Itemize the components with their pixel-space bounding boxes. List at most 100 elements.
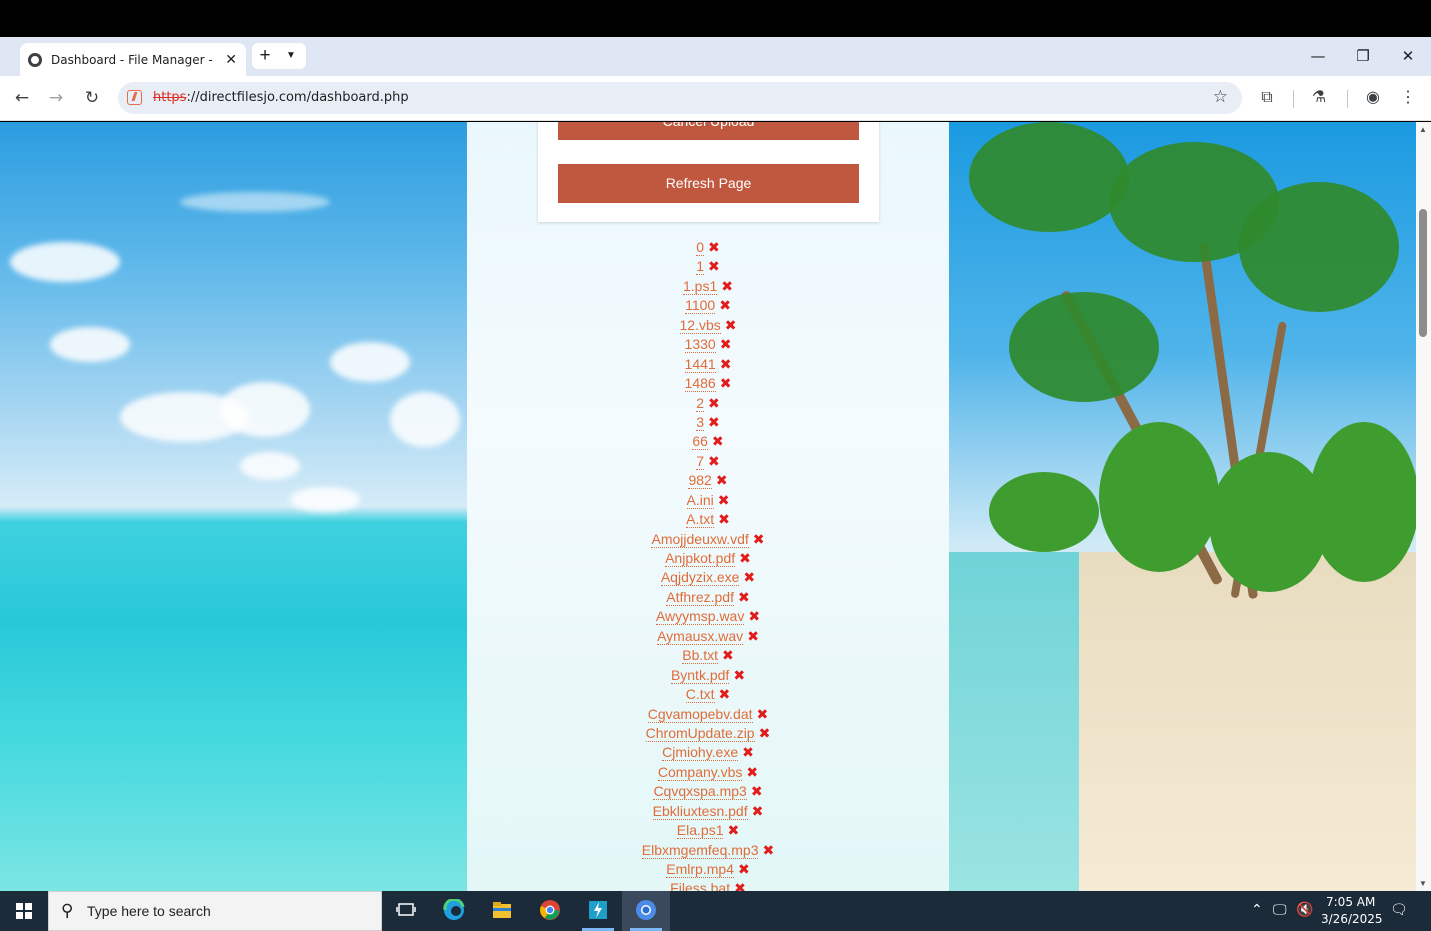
delete-file-icon[interactable]: ✖ — [734, 881, 746, 891]
not-secure-icon[interactable] — [127, 90, 142, 105]
delete-file-icon[interactable]: ✖ — [752, 804, 764, 820]
labs-flask-icon[interactable]: ⚗ — [1308, 87, 1330, 109]
delete-file-icon[interactable]: ✖ — [721, 279, 733, 295]
extensions-icon[interactable]: ⧉ — [1256, 87, 1278, 109]
file-link[interactable]: Aqjdyzix.exe — [660, 569, 740, 587]
file-link[interactable]: A.txt — [686, 511, 715, 529]
file-link[interactable]: 982 — [688, 472, 712, 490]
file-link[interactable]: Filess.bat — [670, 880, 731, 891]
delete-file-icon[interactable]: ✖ — [708, 240, 720, 256]
file-link[interactable]: 7 — [696, 452, 705, 470]
chrome-active-taskbar-button[interactable] — [622, 891, 670, 931]
delete-file-icon[interactable]: ✖ — [716, 473, 728, 489]
delete-file-icon[interactable]: ✖ — [762, 843, 774, 859]
file-link[interactable]: 1.ps1 — [683, 277, 718, 295]
file-link[interactable]: Anjpkot.pdf — [665, 550, 736, 567]
network-icon[interactable]: 🖵 — [1273, 902, 1287, 918]
menu-kebab-icon[interactable]: ⋮ — [1397, 87, 1419, 109]
file-link[interactable]: Amojjdeuxw.vdf — [651, 530, 749, 548]
close-tab-icon[interactable]: ✕ — [225, 51, 237, 67]
delete-file-icon[interactable]: ✖ — [718, 493, 730, 509]
delete-file-icon[interactable]: ✖ — [719, 687, 731, 703]
file-link[interactable]: 1 — [696, 258, 705, 276]
delete-file-icon[interactable]: ✖ — [733, 668, 745, 684]
delete-file-icon[interactable]: ✖ — [720, 357, 732, 373]
cancel-upload-button[interactable]: Cancel Upload — [558, 122, 859, 140]
file-link[interactable]: ChromUpdate.zip — [645, 724, 755, 742]
file-link[interactable]: 66 — [692, 433, 708, 451]
file-link[interactable]: A.ini — [686, 491, 714, 509]
file-link[interactable]: Cgvamopebv.dat — [647, 705, 753, 723]
close-window-button[interactable]: ✕ — [1388, 44, 1428, 68]
minimize-button[interactable]: — — [1298, 44, 1338, 68]
file-link[interactable]: Byntk.pdf — [670, 666, 730, 684]
show-hidden-icons-chevron-icon[interactable]: ⌃ — [1251, 902, 1263, 918]
start-button[interactable] — [0, 891, 48, 931]
delete-file-icon[interactable]: ✖ — [708, 454, 720, 470]
file-link[interactable]: Elbxmgemfeq.mp3 — [641, 841, 759, 859]
tab-search-chevron-icon[interactable]: ▼ — [278, 43, 304, 69]
delete-file-icon[interactable]: ✖ — [718, 512, 730, 528]
delete-file-icon[interactable]: ✖ — [719, 298, 731, 314]
url-text[interactable]: https://directfilesjo.com/dashboard.php — [153, 90, 409, 105]
delete-file-icon[interactable]: ✖ — [720, 337, 732, 353]
scroll-thumb[interactable] — [1419, 209, 1427, 337]
clock-date[interactable]: 3/26/2025 — [1321, 912, 1383, 926]
refresh-page-button[interactable]: Refresh Page — [558, 164, 859, 203]
delete-file-icon[interactable]: ✖ — [727, 823, 739, 839]
delete-file-icon[interactable]: ✖ — [722, 648, 734, 664]
delete-file-icon[interactable]: ✖ — [708, 259, 720, 275]
file-link[interactable]: 1330 — [684, 336, 716, 354]
file-link[interactable]: 3 — [696, 413, 705, 431]
address-bar[interactable]: https://directfilesjo.com/dashboard.php … — [118, 82, 1242, 114]
scroll-up-arrow-icon[interactable]: ▲ — [1419, 125, 1427, 134]
chrome-taskbar-button[interactable] — [526, 891, 574, 931]
delete-file-icon[interactable]: ✖ — [739, 551, 751, 567]
task-view-button[interactable] — [382, 891, 430, 931]
file-link[interactable]: Atfhrez.pdf — [666, 588, 734, 606]
file-link[interactable]: Aymausx.wav — [657, 627, 744, 645]
file-link[interactable]: Bb.txt — [682, 647, 719, 665]
profile-icon[interactable]: ◉ — [1362, 87, 1384, 109]
delete-file-icon[interactable]: ✖ — [743, 570, 755, 586]
file-link[interactable]: 1441 — [684, 355, 716, 373]
file-link[interactable]: 1100 — [685, 297, 716, 315]
delete-file-icon[interactable]: ✖ — [725, 318, 737, 334]
delete-file-icon[interactable]: ✖ — [753, 532, 765, 548]
forward-arrow-icon[interactable]: → — [44, 86, 68, 110]
file-link[interactable]: Emlrp.mp4 — [666, 861, 734, 878]
file-link[interactable]: 0 — [696, 239, 705, 256]
vertical-scrollbar[interactable]: ▲ ▼ — [1416, 122, 1431, 891]
file-link[interactable]: Ela.ps1 — [676, 822, 724, 840]
clock-time[interactable]: 7:05 AM — [1326, 895, 1375, 909]
app-taskbar-button[interactable] — [574, 891, 622, 931]
file-link[interactable]: 1486 — [684, 375, 716, 393]
delete-file-icon[interactable]: ✖ — [748, 609, 760, 625]
delete-file-icon[interactable]: ✖ — [751, 784, 763, 800]
tab-dashboard[interactable]: Dashboard - File Manager - Dir ✕ — [20, 43, 246, 76]
delete-file-icon[interactable]: ✖ — [747, 629, 759, 645]
reload-icon[interactable]: ↻ — [80, 86, 104, 110]
delete-file-icon[interactable]: ✖ — [720, 376, 732, 392]
delete-file-icon[interactable]: ✖ — [757, 707, 769, 723]
delete-file-icon[interactable]: ✖ — [708, 396, 720, 412]
edge-taskbar-button[interactable] — [430, 891, 478, 931]
file-link[interactable]: 12.vbs — [679, 316, 721, 334]
file-link[interactable]: Ebkliuxtesn.pdf — [652, 802, 748, 820]
delete-file-icon[interactable]: ✖ — [712, 434, 724, 450]
delete-file-icon[interactable]: ✖ — [738, 590, 750, 606]
back-arrow-icon[interactable]: ← — [10, 86, 34, 110]
bookmark-star-icon[interactable]: ☆ — [1213, 87, 1228, 107]
file-link[interactable]: Cjmiohy.exe — [662, 744, 739, 762]
file-link[interactable]: Cqvqxspa.mp3 — [653, 783, 747, 801]
file-explorer-taskbar-button[interactable] — [478, 891, 526, 931]
delete-file-icon[interactable]: ✖ — [746, 765, 758, 781]
delete-file-icon[interactable]: ✖ — [759, 726, 771, 742]
file-link[interactable]: 2 — [696, 394, 705, 412]
notifications-icon[interactable]: 🗨 — [1390, 902, 1408, 918]
scroll-down-arrow-icon[interactable]: ▼ — [1419, 879, 1427, 888]
restore-button[interactable]: ❐ — [1343, 44, 1383, 68]
file-link[interactable]: Company.vbs — [657, 763, 743, 781]
new-tab-button[interactable]: + — [252, 43, 278, 69]
volume-muted-icon[interactable]: 🔇 — [1296, 902, 1313, 918]
